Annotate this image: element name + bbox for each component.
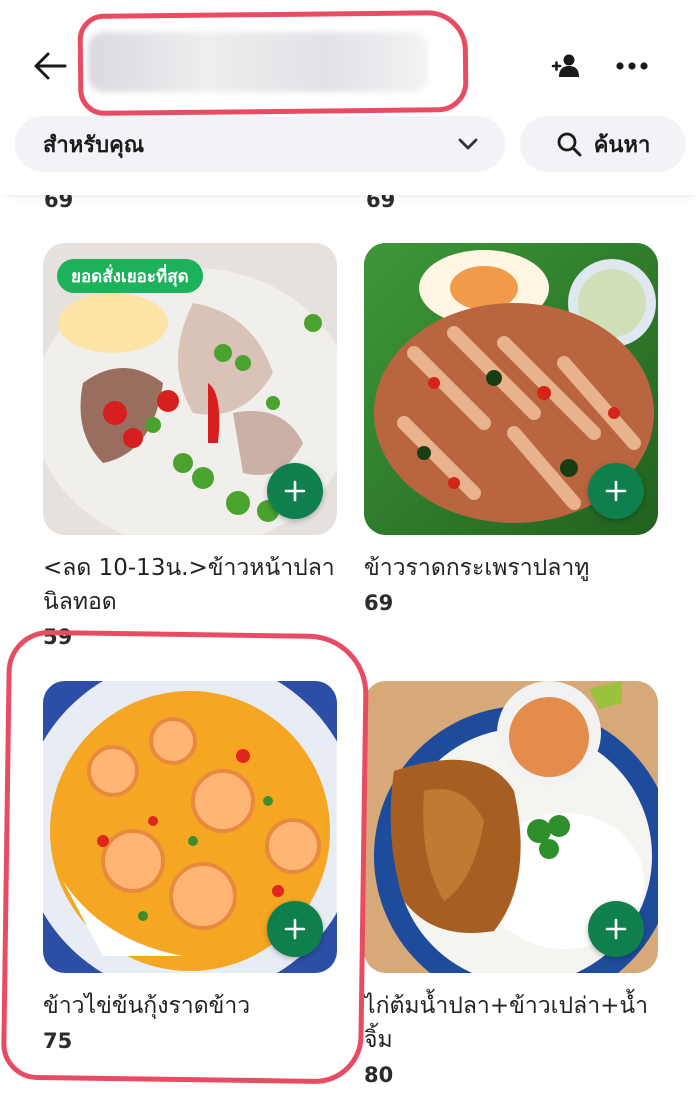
- food-image-shrimp-omelette: [43, 681, 337, 973]
- best-seller-badge: ยอดสั่งเยอะที่สุด: [57, 259, 203, 293]
- group-order-button[interactable]: [544, 44, 588, 88]
- menu-item-card[interactable]: ไก่ต้มน้ำปลา+ข้าวเปล่า+น้ำจิ้ม 80: [364, 681, 658, 1087]
- chevron-down-icon: [458, 138, 478, 150]
- item-price: 75: [43, 1029, 73, 1053]
- add-to-cart-button[interactable]: [267, 463, 323, 519]
- add-group-icon: [551, 54, 579, 77]
- food-image-basil-mackerel: [364, 243, 658, 535]
- add-to-cart-button[interactable]: [588, 463, 644, 519]
- item-name: <ลด 10-13น.>ข้าวหน้าปลานิลทอด: [43, 555, 335, 615]
- top-bar: สำหรับคุณ ค้นหา: [0, 0, 700, 195]
- category-label: สำหรับคุณ: [43, 132, 145, 158]
- item-price: 80: [364, 1063, 394, 1087]
- more-options-button[interactable]: [610, 44, 654, 88]
- arrow-left-icon: [34, 52, 67, 80]
- more-dots-icon: [616, 62, 648, 70]
- item-price: 59: [43, 625, 73, 647]
- menu-item-card[interactable]: ข้าวไข่ข้นกุ้งราดข้าว 75: [43, 681, 337, 1053]
- food-image-chicken-rice: [364, 681, 658, 973]
- plus-icon: [284, 918, 306, 940]
- back-button[interactable]: [28, 44, 72, 88]
- menu-item-card[interactable]: ยอดสั่งเยอะที่สุด <ลด 10-13น.>ข้าวหน้าปล…: [43, 243, 337, 647]
- plus-icon: [605, 480, 627, 502]
- add-to-cart-button[interactable]: [588, 901, 644, 957]
- search-label: ค้นหา: [593, 132, 651, 158]
- item-name: ข้าวไข่ข้นกุ้งราดข้าว: [43, 993, 251, 1019]
- annotation-red-circle-title: [77, 9, 469, 117]
- item-name: ไก่ต้มน้ำปลา+ข้าวเปล่า+น้ำจิ้ม: [364, 993, 649, 1053]
- plus-icon: [284, 480, 306, 502]
- search-button[interactable]: ค้นหา: [520, 116, 686, 172]
- menu-item-card[interactable]: ข้าวราดกระเพราปลาทู 69: [364, 243, 658, 615]
- item-name: ข้าวราดกระเพราปลาทู: [364, 555, 590, 581]
- category-dropdown[interactable]: สำหรับคุณ: [15, 116, 505, 172]
- search-icon: [557, 132, 582, 157]
- item-price: 69: [364, 591, 394, 615]
- food-image-fried-fish-rice: ยอดสั่งเยอะที่สุด: [43, 243, 337, 535]
- add-to-cart-button[interactable]: [267, 901, 323, 957]
- plus-icon: [605, 918, 627, 940]
